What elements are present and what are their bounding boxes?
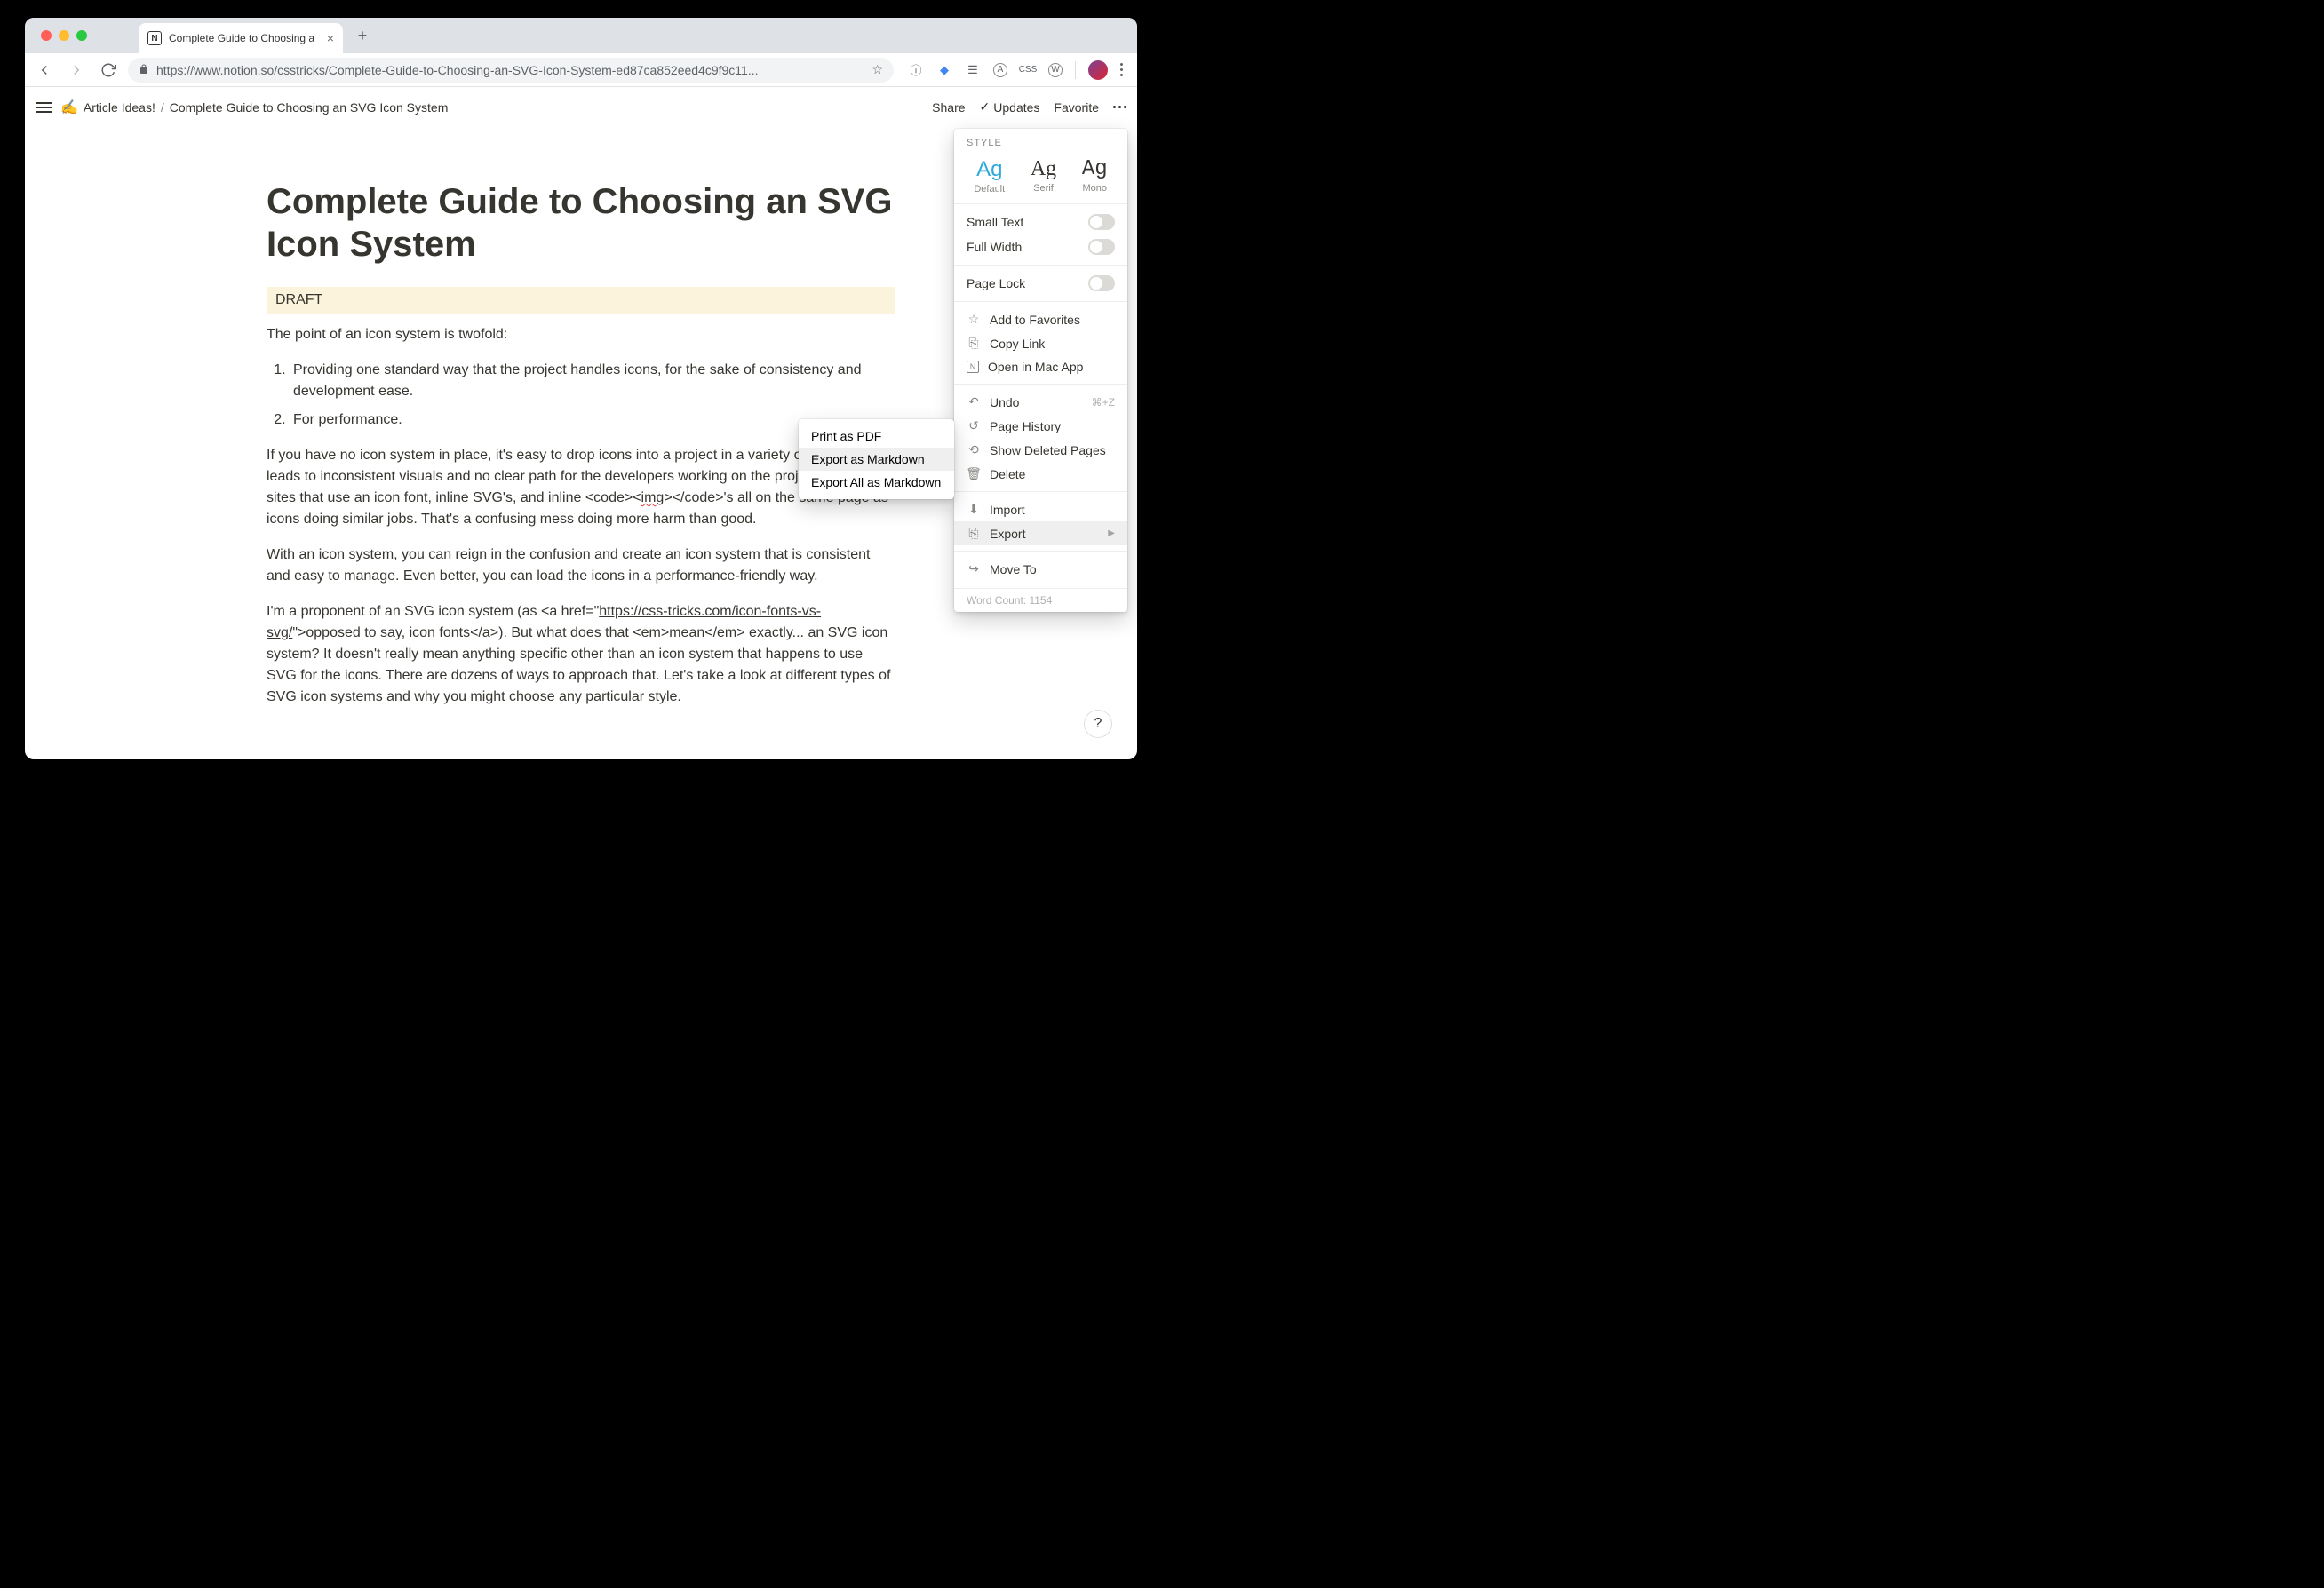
- breadcrumb-separator: /: [161, 100, 164, 115]
- close-window-button[interactable]: [41, 30, 52, 41]
- updates-button[interactable]: ✓ Updates: [980, 99, 1040, 115]
- small-text-toggle[interactable]: Small Text: [954, 210, 1127, 234]
- help-button[interactable]: ?: [1084, 710, 1112, 738]
- sidebar-toggle-icon[interactable]: [36, 102, 52, 113]
- breadcrumb: ✍️ Article Ideas! / Complete Guide to Ch…: [60, 99, 448, 116]
- word-count: Word Count: 1154: [954, 588, 1127, 607]
- page-options-menu: STYLE Ag Default Ag Serif Ag Mono Small …: [954, 129, 1127, 612]
- extension-icon-w[interactable]: W: [1048, 63, 1063, 77]
- app-icon: N: [967, 361, 979, 373]
- page-history-item[interactable]: ↺ Page History: [954, 414, 1127, 438]
- breadcrumb-current[interactable]: Complete Guide to Choosing an SVG Icon S…: [170, 100, 449, 115]
- trash-icon: 🗑: [967, 466, 981, 481]
- full-width-toggle[interactable]: Full Width: [954, 234, 1127, 259]
- export-all-markdown-item[interactable]: Export All as Markdown: [799, 471, 954, 494]
- keyboard-shortcut: ⌘+Z: [1092, 396, 1115, 409]
- undo-item[interactable]: ↶ Undo ⌘+Z: [954, 390, 1127, 414]
- close-tab-icon[interactable]: ×: [327, 31, 334, 45]
- copy-link-item[interactable]: ⎘ Copy Link: [954, 331, 1127, 355]
- attachment-icon: ⎘: [967, 526, 981, 541]
- paragraph[interactable]: I'm a proponent of an SVG icon system (a…: [267, 601, 895, 708]
- font-serif-option[interactable]: Ag Serif: [1031, 157, 1056, 195]
- check-icon: ✓: [980, 99, 991, 115]
- extension-icon-css[interactable]: CSS: [1020, 62, 1036, 78]
- lock-icon: [139, 63, 149, 77]
- show-deleted-item[interactable]: ⟲ Show Deleted Pages: [954, 438, 1127, 462]
- page-emoji-icon: ✍️: [60, 99, 78, 116]
- toggle-switch[interactable]: [1088, 239, 1115, 255]
- extension-icon-a[interactable]: A: [993, 63, 1007, 77]
- profile-avatar[interactable]: [1088, 60, 1108, 80]
- import-item[interactable]: ⬇ Import: [954, 497, 1127, 521]
- tab-title: Complete Guide to Choosing a: [169, 32, 320, 44]
- export-item[interactable]: ⎘ Export ▶: [954, 521, 1127, 545]
- info-icon[interactable]: ⓘ: [908, 62, 924, 78]
- new-tab-button[interactable]: +: [350, 23, 375, 48]
- page-title[interactable]: Complete Guide to Choosing an SVG Icon S…: [267, 180, 895, 266]
- add-to-favorites-item[interactable]: ☆ Add to Favorites: [954, 307, 1127, 331]
- zoom-window-button[interactable]: [76, 30, 87, 41]
- history-icon: ↺: [967, 418, 981, 433]
- spell-error: img: [641, 490, 665, 505]
- toggle-switch[interactable]: [1088, 214, 1115, 230]
- browser-tabstrip: N Complete Guide to Choosing a × +: [25, 18, 1137, 53]
- address-bar[interactable]: https://www.notion.so/csstricks/Complete…: [128, 58, 894, 83]
- export-submenu: Print as PDF Export as Markdown Export A…: [799, 419, 954, 499]
- notion-favicon: N: [147, 31, 162, 45]
- style-header: STYLE: [954, 129, 1127, 154]
- move-to-item[interactable]: ↪ Move To: [954, 557, 1127, 581]
- open-in-mac-item[interactable]: N Open in Mac App: [954, 355, 1127, 378]
- breadcrumb-parent[interactable]: Article Ideas!: [84, 100, 155, 115]
- back-button[interactable]: [32, 58, 57, 83]
- paragraph[interactable]: The point of an icon system is twofold:: [267, 324, 895, 345]
- minimize-window-button[interactable]: [59, 30, 69, 41]
- toggle-switch[interactable]: [1088, 275, 1115, 291]
- favorite-button[interactable]: Favorite: [1054, 100, 1099, 115]
- browser-window: N Complete Guide to Choosing a × + https…: [25, 18, 1137, 759]
- bookmark-star-icon[interactable]: ☆: [872, 62, 883, 77]
- star-icon: ☆: [967, 312, 981, 327]
- url-text: https://www.notion.so/csstricks/Complete…: [156, 63, 864, 77]
- buffer-icon[interactable]: ☰: [965, 62, 981, 78]
- draft-badge[interactable]: DRAFT: [267, 287, 895, 314]
- print-pdf-item[interactable]: Print as PDF: [799, 425, 954, 448]
- link-icon: ⎘: [967, 336, 981, 351]
- undo-icon: ↶: [967, 394, 981, 409]
- share-button[interactable]: Share: [932, 100, 965, 115]
- forward-button[interactable]: [64, 58, 89, 83]
- page-menu-button[interactable]: [1113, 106, 1126, 108]
- font-mono-option[interactable]: Ag Mono: [1082, 157, 1108, 195]
- extension-icon-1[interactable]: ◆: [936, 62, 952, 78]
- paragraph[interactable]: With an icon system, you can reign in th…: [267, 544, 895, 587]
- extension-icons: ⓘ ◆ ☰ A CSS W: [901, 60, 1130, 80]
- browser-tab[interactable]: N Complete Guide to Choosing a ×: [139, 23, 343, 53]
- refresh-icon: ⟲: [967, 442, 981, 457]
- font-default-option[interactable]: Ag Default: [974, 157, 1005, 195]
- reload-button[interactable]: [96, 58, 121, 83]
- browser-toolbar: https://www.notion.so/csstricks/Complete…: [25, 53, 1137, 87]
- delete-item[interactable]: 🗑 Delete: [954, 462, 1127, 486]
- updates-label: Updates: [993, 100, 1039, 115]
- notion-topbar: ✍️ Article Ideas! / Complete Guide to Ch…: [25, 87, 1137, 127]
- move-icon: ↪: [967, 561, 981, 576]
- chevron-right-icon: ▶: [1108, 528, 1115, 538]
- download-icon: ⬇: [967, 502, 981, 517]
- list-item[interactable]: Providing one standard way that the proj…: [290, 360, 895, 402]
- browser-menu-button[interactable]: [1120, 63, 1123, 76]
- page-lock-toggle[interactable]: Page Lock: [954, 271, 1127, 296]
- window-controls: [34, 30, 94, 41]
- export-markdown-item[interactable]: Export as Markdown: [799, 448, 954, 471]
